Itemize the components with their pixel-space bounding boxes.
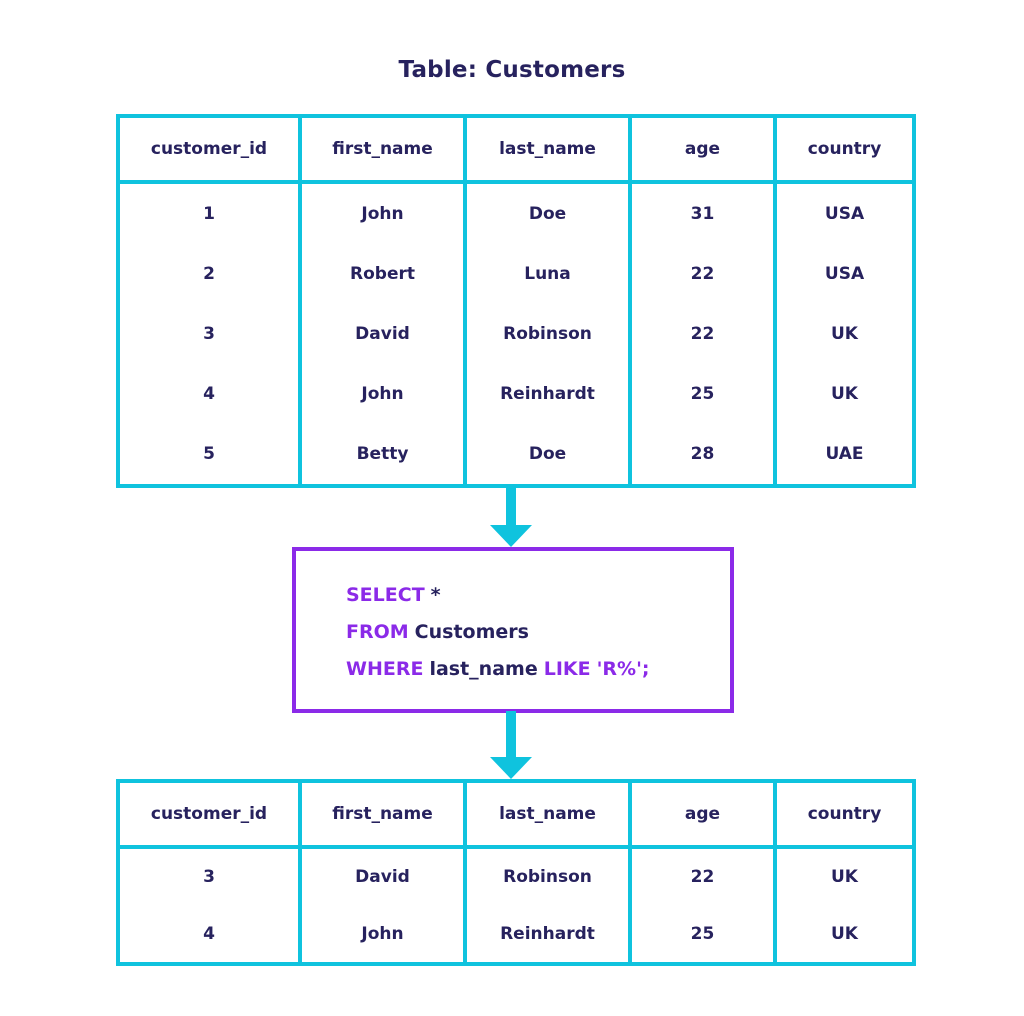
sql-token-identifier: last_name [429,658,538,680]
result-table: customer_id first_name last_name age country… [116,779,916,966]
arrow-down-icon [490,711,532,779]
table-cell: Luna [467,244,632,304]
table-cell: 28 [632,424,777,484]
table-cell: 22 [632,849,777,906]
table-cell: 3 [120,304,302,364]
table-cell: 25 [632,905,777,962]
table-row: 4 John Reinhardt 25 UK [120,905,912,962]
table-cell: 31 [632,184,777,244]
table-cell: Betty [302,424,467,484]
sql-query-text: SELECT * FROM Customers WHERE last_name LI… [346,577,720,688]
sql-token-identifier: Customers [414,621,529,643]
table-cell: USA [824,264,865,284]
diagram-canvas: Table: Customers customer_id first_name la… [0,0,1024,1016]
table-row: 1 John Doe 31 USA [120,184,912,244]
sql-token-keyword: FROM [346,621,409,643]
table-cell: UK [831,324,858,344]
page-title: Table: Customers [398,57,626,83]
sql-token-identifier: * [430,584,441,606]
table-row: 3 David Robinson 22 UK [120,849,912,906]
table-cell: 4 [120,364,302,424]
table-header-row: customer_id first_name last_name age country [120,783,912,849]
column-header-customer-id: customer_id [120,783,302,845]
table-cell: 3 [120,849,302,906]
table-cell: Doe [467,424,632,484]
table-cell: Robinson [467,304,632,364]
arrow-query-to-result [0,711,1024,781]
column-header-first-name: first_name [302,118,467,180]
table-cell: 2 [120,244,302,304]
table-cell: 5 [120,424,302,484]
sql-token-keyword: SELECT [346,584,425,606]
table-cell: Reinhardt [467,364,632,424]
table-row: 4 John Reinhardt 25 UK [120,364,912,424]
sql-query-line: FROM Customers [346,614,720,651]
column-header-first-name: first_name [302,783,467,845]
column-header-age: age [632,783,777,845]
sql-query-line: WHERE last_name LIKE 'R%'; [346,651,720,688]
table-cell: John [302,364,467,424]
table-cell: Reinhardt [467,905,632,962]
column-header-last-name: last_name [467,783,632,845]
sql-query-box: SELECT * FROM Customers WHERE last_name LI… [292,547,734,713]
table-cell: UK [831,384,858,404]
sql-token-keyword: WHERE [346,658,424,680]
table-cell: Robert [302,244,467,304]
table-cell: Robinson [467,849,632,906]
table-cell: David [302,849,467,906]
column-header-age: age [632,118,777,180]
column-header-country: country [807,139,882,159]
table-row: 5 Betty Doe 28 UAE [120,424,912,484]
arrow-table-to-query [0,487,1024,549]
table-cell: John [302,184,467,244]
table-row: 3 David Robinson 22 UK [120,304,912,364]
sql-token-keyword: LIKE [543,658,591,680]
table-cell: UK [831,867,858,888]
table-cell: UK [831,923,858,944]
table-cell: John [302,905,467,962]
table-cell: 4 [120,905,302,962]
sql-query-line: SELECT * [346,577,720,614]
source-table: customer_id first_name last_name age country… [116,114,916,488]
table-cell: 1 [120,184,302,244]
table-cell: David [302,304,467,364]
sql-token-literal: 'R%'; [596,658,650,680]
arrow-down-icon [490,487,532,547]
table-cell: 25 [632,364,777,424]
table-cell: Doe [467,184,632,244]
column-header-country: country [807,804,882,824]
table-cell: USA [824,204,865,224]
table-cell: UAE [825,444,864,464]
column-header-last-name: last_name [467,118,632,180]
table-header-row: customer_id first_name last_name age country [120,118,912,184]
column-header-customer-id: customer_id [120,118,302,180]
table-row: 2 Robert Luna 22 USA [120,244,912,304]
table-cell: 22 [632,304,777,364]
table-cell: 22 [632,244,777,304]
